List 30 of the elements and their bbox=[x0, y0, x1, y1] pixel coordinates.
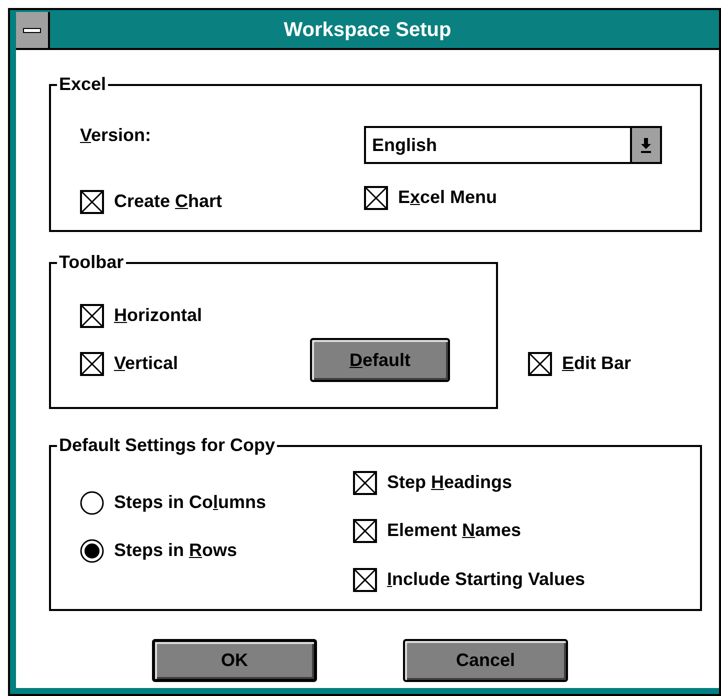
checkbox-label: Step Headings bbox=[387, 471, 512, 494]
checked-box-icon[interactable] bbox=[364, 186, 388, 210]
default-button[interactable]: Default bbox=[310, 338, 450, 382]
checkbox-label: Edit Bar bbox=[562, 352, 632, 375]
dropdown-value: English bbox=[371, 134, 438, 157]
checkbox-label: Horizontal bbox=[114, 304, 202, 327]
checkbox-label: Excel Menu bbox=[398, 186, 498, 209]
checked-box-icon[interactable] bbox=[353, 518, 377, 542]
radio-button[interactable] bbox=[80, 490, 104, 514]
checkbox-label: Element Names bbox=[387, 519, 522, 542]
dropdown[interactable]: English bbox=[364, 126, 662, 164]
field-label: Version: bbox=[80, 124, 152, 147]
radio-label: Steps in Columns bbox=[114, 491, 266, 514]
checked-box-icon[interactable] bbox=[353, 470, 377, 494]
checked-box-icon[interactable] bbox=[80, 190, 104, 214]
checkbox-label: Include Starting Values bbox=[387, 568, 586, 591]
minus-icon bbox=[23, 28, 41, 32]
checkbox-label: Vertical bbox=[114, 352, 178, 375]
ok-button[interactable]: OK bbox=[152, 639, 317, 682]
system-menu-button[interactable] bbox=[16, 12, 50, 48]
selected-radio-button[interactable] bbox=[80, 538, 104, 562]
checked-box-icon[interactable] bbox=[80, 352, 104, 376]
checkbox-label: Create Chart bbox=[114, 190, 222, 213]
radio-label: Steps in Rows bbox=[114, 539, 238, 562]
checked-box-icon[interactable] bbox=[80, 304, 104, 328]
cancel-button[interactable]: Cancel bbox=[403, 639, 568, 682]
checked-box-icon[interactable] bbox=[353, 568, 377, 592]
checked-box-icon[interactable] bbox=[528, 352, 552, 376]
dropdown-arrow-icon[interactable] bbox=[640, 137, 652, 153]
window-title: Workspace Setup bbox=[282, 18, 452, 43]
